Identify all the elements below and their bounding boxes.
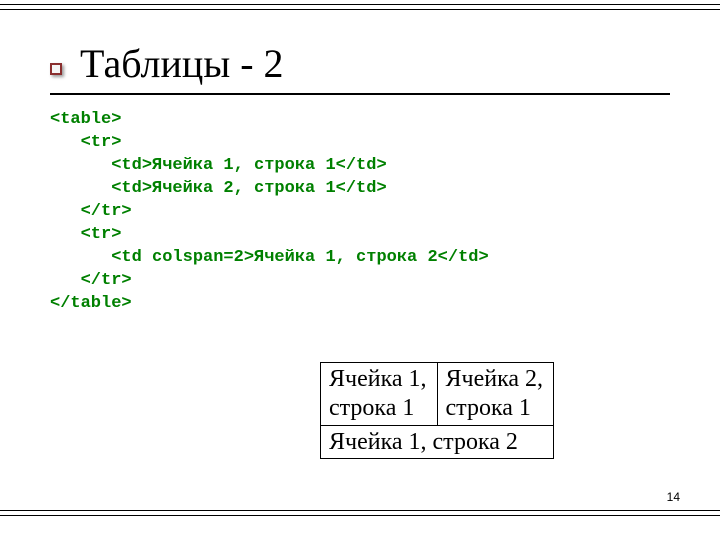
- title-bullet-icon: [50, 63, 62, 75]
- cell-text: строка 1: [446, 395, 531, 421]
- rendered-table: Ячейка 1, строка 1 Ячейка 2, строка 1 Яч…: [320, 362, 554, 459]
- title-block: Таблицы - 2: [50, 40, 670, 87]
- cell-text: Ячейка 2,: [446, 366, 544, 392]
- table-row: Ячейка 1, строка 2: [321, 425, 554, 459]
- table-cell-r1c1: Ячейка 1, строка 1: [321, 363, 438, 426]
- cell-text: строка 1: [329, 395, 414, 421]
- bottom-double-rule: [0, 510, 720, 516]
- rendered-table-wrap: Ячейка 1, строка 1 Ячейка 2, строка 1 Яч…: [320, 362, 554, 459]
- table-row: Ячейка 1, строка 1 Ячейка 2, строка 1: [321, 363, 554, 426]
- page-number: 14: [667, 490, 680, 504]
- slide: Таблицы - 2 <table> <tr> <td>Ячейка 1, с…: [0, 0, 720, 540]
- code-example: <table> <tr> <td>Ячейка 1, строка 1</td>…: [50, 109, 670, 315]
- table-cell-r2: Ячейка 1, строка 2: [321, 425, 554, 459]
- table-cell-r1c2: Ячейка 2, строка 1: [437, 363, 554, 426]
- slide-title: Таблицы - 2: [80, 41, 284, 86]
- cell-text: Ячейка 1,: [329, 366, 427, 392]
- title-underline: [50, 93, 670, 95]
